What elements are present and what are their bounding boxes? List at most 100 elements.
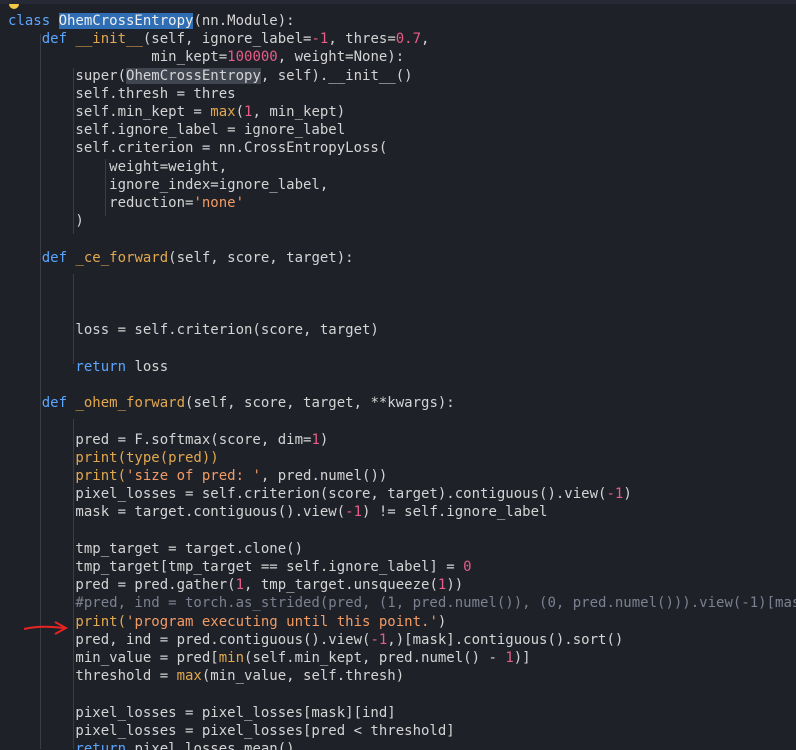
code-token: 1 <box>235 577 245 594</box>
code-token: ) <box>319 431 329 448</box>
code-token: -1 <box>311 31 329 48</box>
code-token: pixel_losses = pixel_losses[pred < thres… <box>8 722 455 739</box>
code-line[interactable]: return pixel_losses.mean() <box>8 740 295 750</box>
code-token: , thres= <box>328 31 396 48</box>
code-line[interactable]: self.min_kept = max(1, min_kept) <box>8 103 345 121</box>
lightbulb-icon[interactable] <box>9 4 19 9</box>
code-line[interactable]: ) <box>8 212 84 230</box>
code-line[interactable]: pred, ind = pred.contiguous().view(-1,)[… <box>8 631 623 649</box>
code-line[interactable]: min_kept=100000, weight=None): <box>8 48 404 66</box>
code-token: , min_kept) <box>252 104 346 120</box>
code-line[interactable]: pred = F.softmax(score, dim=1) <box>8 431 328 449</box>
code-token: )] <box>513 650 531 666</box>
code-token: max <box>210 104 236 120</box>
code-token: )) <box>446 577 464 594</box>
code-line[interactable]: self.criterion = nn.CrossEntropyLoss( <box>8 139 387 157</box>
code-token: def <box>8 395 76 412</box>
code-token: def <box>8 249 76 266</box>
code-token: _ohem_forward <box>75 395 186 412</box>
code-line[interactable]: weight=weight, <box>8 158 227 176</box>
code-line[interactable]: ignore_index=ignore_label, <box>8 176 328 194</box>
code-line[interactable]: min_value = pred[min(self.min_kept, pred… <box>8 649 531 667</box>
red-arrow-icon <box>23 621 68 635</box>
code-token: ) <box>623 486 632 503</box>
code-token: ignore_index=ignore_label, <box>8 176 329 193</box>
code-token: self.min_kept = <box>8 104 211 120</box>
code-token: loss <box>134 358 169 375</box>
code-token: 'none' <box>193 195 245 211</box>
code-line[interactable]: super(OhemCrossEntropy, self).__init__() <box>8 67 413 85</box>
code-token: 0 <box>463 559 472 575</box>
code-line[interactable]: self.thresh = thres <box>8 85 236 103</box>
code-token: (self, score, target, **kwargs): <box>185 395 455 412</box>
code-token: pixel_losses = pixel_losses[mask][ind] <box>8 704 396 721</box>
code-token: (self, score, target): <box>168 249 354 266</box>
code-line[interactable]: pixel_losses = pixel_losses[pred < thres… <box>8 722 455 740</box>
code-token: , <box>421 31 430 48</box>
code-token: -1 <box>606 486 624 503</box>
code-token: self.ignore_label = ignore_label <box>8 122 346 139</box>
code-line[interactable]: mask = target.contiguous().view(-1) != s… <box>8 503 547 521</box>
code-token: #pred, ind = torch.as_strided(pred, (1, … <box>8 595 796 612</box>
code-token: 'size of pred: ' <box>126 468 261 484</box>
code-line[interactable]: def _ce_forward(self, score, target): <box>8 249 354 267</box>
code-token: OhemCrossEntropy <box>126 67 261 84</box>
code-editor[interactable]: class OhemCrossEntropy(nn.Module): def _… <box>0 0 796 750</box>
code-token: , weight=None): <box>277 49 405 66</box>
code-token: 0.7 <box>395 31 422 48</box>
code-token: __init__ <box>75 31 143 48</box>
code-token: print( <box>8 468 127 484</box>
code-token: return <box>8 358 135 375</box>
code-token: print(type(pred)) <box>8 449 219 466</box>
code-token: OhemCrossEntropy <box>58 13 194 29</box>
code-token: pixel_losses.mean() <box>134 741 295 750</box>
code-token: ( <box>235 104 245 120</box>
code-token: reduction= <box>8 195 194 211</box>
code-line[interactable]: pixel_losses = pixel_losses[mask][ind] <box>8 704 396 722</box>
code-token: pixel_losses = self.criterion(score, tar… <box>8 486 607 503</box>
code-token: def <box>8 31 76 48</box>
code-token: , self).__init__() <box>260 67 413 84</box>
code-token: 'program executing until this point.' <box>126 613 438 630</box>
code-token: _ce_forward <box>75 249 169 266</box>
code-token: min_value = pred[ <box>8 650 219 666</box>
code-line[interactable]: print('program executing until this poin… <box>8 613 446 631</box>
code-token: ) <box>8 213 84 230</box>
code-token: mask = target.contiguous().view( <box>8 504 346 521</box>
code-line[interactable]: def _ohem_forward(self, score, target, *… <box>8 394 455 412</box>
code-token: tmp_target = target.clone() <box>8 540 304 557</box>
code-token: ,)[mask].contiguous().sort() <box>387 631 624 648</box>
code-line[interactable]: threshold = max(min_value, self.thresh) <box>8 667 404 685</box>
code-line[interactable]: pred = pred.gather(1, tmp_target.unsquee… <box>8 576 463 594</box>
code-token: ) != self.ignore_label <box>362 504 548 521</box>
code-token: (nn.Module): <box>193 13 295 29</box>
code-token: -1 <box>370 631 388 648</box>
code-token: (min_value, self.thresh) <box>201 668 405 685</box>
code-token: pred = pred.gather( <box>8 577 236 594</box>
code-token: self.thresh = thres <box>8 85 236 102</box>
code-line[interactable]: class OhemCrossEntropy(nn.Module): <box>8 12 295 30</box>
indent-guide <box>73 274 74 364</box>
code-line[interactable]: tmp_target = target.clone() <box>8 540 303 558</box>
code-line[interactable]: self.ignore_label = ignore_label <box>8 121 345 139</box>
code-token: min <box>218 650 245 666</box>
code-token: ) <box>437 613 447 630</box>
code-token: 1 <box>311 431 320 448</box>
code-line[interactable]: def __init__(self, ignore_label=-1, thre… <box>8 30 430 48</box>
code-token: max <box>176 668 202 685</box>
code-line[interactable]: print(type(pred)) <box>8 449 219 467</box>
code-token: self.criterion = nn.CrossEntropyLoss( <box>8 140 388 157</box>
code-line[interactable]: return loss <box>8 358 168 376</box>
code-token: (self, ignore_label= <box>142 31 312 48</box>
code-token: super( <box>8 67 127 84</box>
code-line[interactable]: print('size of pred: ', pred.numel()) <box>8 467 387 485</box>
code-line[interactable]: tmp_target[tmp_target == self.ignore_lab… <box>8 558 472 576</box>
code-token: 1 <box>505 650 514 666</box>
code-token: (self.min_kept, pred.numel() - <box>244 650 506 666</box>
code-token: , tmp_target.unsqueeze( <box>244 577 438 594</box>
code-line[interactable]: loss = self.criterion(score, target) <box>8 321 378 339</box>
code-line[interactable]: #pred, ind = torch.as_strided(pred, (1, … <box>8 594 796 612</box>
code-line[interactable]: reduction='none' <box>8 194 244 212</box>
code-token: min_kept= <box>8 49 228 66</box>
code-line[interactable]: pixel_losses = self.criterion(score, tar… <box>8 485 632 503</box>
